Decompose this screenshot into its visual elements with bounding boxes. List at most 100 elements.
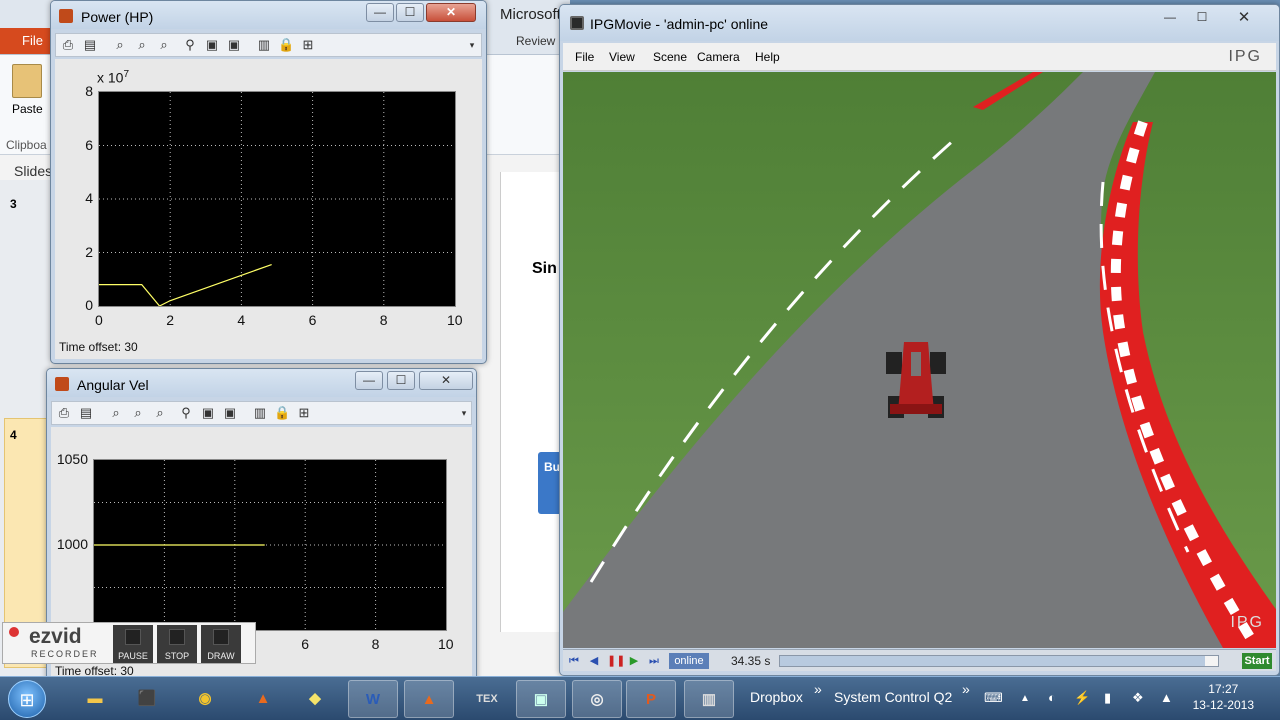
- parameters-icon[interactable]: ▤: [82, 37, 98, 53]
- scope-toolbar: ⎙ ▤ ⌕ ⌕ ⌕ ⚲ ▣ ▣ ▥ 🔒 ⊞ ▾: [51, 401, 472, 425]
- stop-button[interactable]: STOP: [157, 625, 197, 663]
- zoom-y-icon[interactable]: ⌕: [156, 37, 172, 53]
- signal-select-icon[interactable]: ⊞: [296, 405, 312, 421]
- zoom-icon[interactable]: ⌕: [112, 37, 128, 53]
- dropbox-toolbar[interactable]: Dropbox: [750, 689, 803, 705]
- exponent-label: x 107: [97, 69, 130, 86]
- x-tick-label: 6: [301, 636, 309, 652]
- tex-icon[interactable]: TEX: [462, 680, 512, 718]
- chrome-icon[interactable]: ◉: [180, 680, 230, 718]
- float-icon[interactable]: ▥: [256, 37, 272, 53]
- show-hidden-icons-icon[interactable]: ▲: [1020, 693, 1030, 704]
- lock-icon[interactable]: 🔒: [278, 37, 294, 53]
- skip-back-icon[interactable]: ⏮: [567, 654, 581, 668]
- lock-icon[interactable]: 🔒: [274, 405, 290, 421]
- angular-axes[interactable]: [93, 459, 447, 631]
- time-readout: 34.35 s: [731, 654, 771, 668]
- autoscale-icon[interactable]: ⚲: [178, 405, 194, 421]
- play-back-icon[interactable]: ◀: [587, 654, 601, 668]
- signal-select-icon[interactable]: ⊞: [300, 37, 316, 53]
- ipg-icon[interactable]: ◎: [572, 680, 622, 718]
- draw-button[interactable]: DRAW: [201, 625, 241, 663]
- maximize-button[interactable]: ☐: [1188, 9, 1216, 28]
- save-axes-icon[interactable]: ▣: [204, 37, 220, 53]
- maximize-button[interactable]: ☐: [396, 3, 424, 22]
- zoom-x-icon[interactable]: ⌕: [134, 37, 150, 53]
- parameters-icon[interactable]: ▤: [78, 405, 94, 421]
- ppt-review-tab[interactable]: Review: [516, 34, 555, 48]
- time-offset-status: Time offset: 30: [59, 340, 138, 354]
- slide-number-4: 4: [10, 428, 17, 442]
- explorer-icon[interactable]: ▬: [70, 680, 120, 718]
- menu-camera[interactable]: Camera: [697, 50, 740, 64]
- close-button[interactable]: ✕: [1222, 9, 1266, 28]
- system-clock[interactable]: 17:27 13-12-2013: [1193, 682, 1254, 712]
- pause-icon: [125, 629, 141, 645]
- pause-button[interactable]: PAUSE: [113, 625, 153, 663]
- ezvid-logo: ezvid: [29, 625, 82, 648]
- paste-button-label[interactable]: Paste: [12, 102, 43, 116]
- ezvid-recorder: ezvid RECORDER PAUSE STOP DRAW: [2, 622, 256, 664]
- word-icon[interactable]: W: [348, 680, 398, 718]
- menu-scene[interactable]: Scene: [653, 50, 687, 64]
- playback-bar: ⏮ ◀ ❚❚ ▶ ⏭ online 34.35 s Start: [563, 649, 1276, 671]
- track-render: [563, 72, 1276, 648]
- film-icon: [570, 16, 584, 30]
- drive-icon[interactable]: ▲: [1160, 690, 1173, 705]
- autoscale-icon[interactable]: ⚲: [182, 37, 198, 53]
- powerpoint-icon[interactable]: P: [626, 680, 676, 718]
- system-toolbar[interactable]: System Control Q2: [834, 689, 952, 705]
- y-tick-label: 2: [85, 243, 93, 260]
- sticky-notes-icon[interactable]: ◆: [290, 680, 340, 718]
- start-button[interactable]: Start: [1242, 653, 1272, 669]
- pause-icon[interactable]: ❚❚: [607, 654, 625, 668]
- restore-axes-icon[interactable]: ▣: [222, 405, 238, 421]
- zoom-icon[interactable]: ⌕: [108, 405, 124, 421]
- maximize-button[interactable]: ☐: [387, 371, 415, 390]
- close-button[interactable]: ✕: [426, 3, 476, 22]
- power-axes[interactable]: [98, 91, 456, 307]
- toolbar-dropdown-icon[interactable]: ▾: [456, 405, 472, 421]
- 3d-scene-view[interactable]: IPG: [563, 72, 1276, 648]
- network-icon[interactable]: ▮: [1104, 690, 1111, 706]
- power-icon[interactable]: ⚡: [1074, 690, 1090, 706]
- minimize-button[interactable]: —: [366, 3, 394, 22]
- restore-axes-icon[interactable]: ▣: [226, 37, 242, 53]
- time-slider[interactable]: [779, 655, 1219, 667]
- menu-view[interactable]: View: [609, 50, 635, 64]
- minimize-button[interactable]: —: [1156, 9, 1184, 28]
- zoom-x-icon[interactable]: ⌕: [130, 405, 146, 421]
- window-title: Angular Vel: [77, 377, 149, 393]
- start-button[interactable]: ⊞: [8, 680, 46, 718]
- print-icon[interactable]: ⎙: [56, 405, 72, 421]
- toolbar-chevron-icon[interactable]: »: [962, 681, 970, 697]
- movie-icon[interactable]: ▥: [684, 680, 734, 718]
- matlab-icon[interactable]: ▲: [238, 680, 288, 718]
- window-icon[interactable]: ▣: [516, 680, 566, 718]
- y-tick-label: 0: [85, 297, 93, 313]
- y-tick-label: 1050: [56, 451, 88, 467]
- ppt-file-tab[interactable]: File: [0, 28, 50, 54]
- paste-icon[interactable]: [12, 64, 42, 98]
- slides-panel-label[interactable]: Slides: [14, 163, 52, 179]
- toolbar-dropdown-icon[interactable]: ▾: [464, 37, 480, 53]
- skip-forward-icon[interactable]: ⏭: [647, 654, 661, 668]
- play-icon[interactable]: ▶: [627, 654, 641, 668]
- float-icon[interactable]: ▥: [252, 405, 268, 421]
- zoom-y-icon[interactable]: ⌕: [152, 405, 168, 421]
- x-tick-label: 0: [95, 312, 103, 328]
- keyboard-icon[interactable]: ⌨: [984, 690, 1003, 706]
- volume-icon[interactable]: ◐: [1048, 690, 1056, 705]
- toolbar-chevron-icon[interactable]: »: [814, 681, 822, 697]
- save-axes-icon[interactable]: ▣: [200, 405, 216, 421]
- menu-file[interactable]: File: [575, 50, 594, 64]
- record-indicator-icon: [9, 627, 19, 637]
- matlab-icon[interactable]: ▲: [404, 680, 454, 718]
- close-button[interactable]: ✕: [419, 371, 473, 390]
- menu-help[interactable]: Help: [755, 50, 780, 64]
- acrobat-icon[interactable]: ⬛: [122, 680, 172, 718]
- dropbox-icon[interactable]: ❖: [1132, 690, 1144, 706]
- print-icon[interactable]: ⎙: [60, 37, 76, 53]
- y-tick-label: 8: [85, 83, 93, 99]
- minimize-button[interactable]: —: [355, 371, 383, 390]
